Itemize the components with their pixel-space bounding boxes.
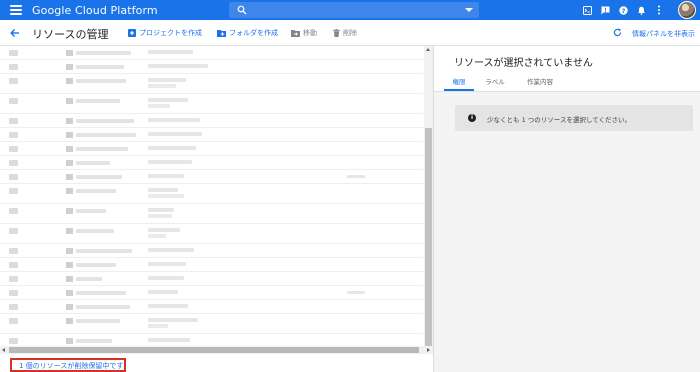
search-input[interactable] [229, 2, 479, 18]
create-folder-label: フォルダを作成 [229, 29, 278, 37]
info-panel-tabs: 権限 ラベル 作業内容 [444, 73, 564, 91]
svg-text:?: ? [621, 6, 625, 14]
pending-deletion-link[interactable]: 1 個のリソースが削除保留中です [10, 358, 126, 372]
create-folder-button[interactable]: フォルダを作成 [217, 28, 278, 38]
page-title: リソースの管理 [32, 28, 109, 41]
scroll-up-icon[interactable] [426, 48, 430, 51]
refresh-icon[interactable] [613, 28, 622, 37]
info-panel-header: リソースが選択されていません 権限 ラベル 作業内容 [434, 46, 700, 92]
delete-label: 削除 [343, 29, 357, 37]
trash-icon [333, 29, 340, 37]
info-panel-title: リソースが選択されていません [454, 58, 593, 69]
info-icon: i [468, 114, 476, 122]
table-row[interactable] [0, 128, 423, 142]
table-row[interactable] [0, 170, 423, 184]
vertical-scroll-thumb[interactable] [425, 128, 432, 346]
horizontal-scroll-thumb[interactable] [9, 347, 419, 353]
table-row[interactable] [0, 114, 423, 128]
table-row[interactable] [0, 258, 423, 272]
create-project-label: プロジェクトを作成 [139, 29, 202, 37]
back-arrow-icon[interactable] [10, 28, 20, 38]
add-folder-icon [217, 30, 226, 37]
tab-permissions[interactable]: 権限 [444, 73, 474, 91]
help-icon[interactable]: ? [618, 5, 628, 15]
table-row[interactable] [0, 272, 423, 286]
info-message-box: i 少なくとも 1 つのリソースを選択してください。 [455, 105, 693, 131]
move-label: 移動 [303, 29, 317, 37]
tab-activity[interactable]: 作業内容 [516, 73, 564, 91]
tabs-underline [434, 91, 700, 92]
table-row[interactable] [0, 60, 423, 74]
table-row[interactable] [0, 286, 423, 300]
resource-list-pane: 1 個のリソースが削除保留中です [0, 46, 433, 372]
move-button[interactable]: 移動 [291, 28, 317, 38]
table-row[interactable] [0, 94, 423, 114]
table-row[interactable] [0, 224, 423, 244]
app-title[interactable]: Google Cloud Platform [32, 4, 158, 17]
info-panel: リソースが選択されていません 権限 ラベル 作業内容 i 少なくとも 1 つのリ… [434, 46, 700, 372]
account-avatar[interactable] [678, 1, 696, 19]
move-folder-icon [291, 30, 300, 37]
horizontal-scrollbar[interactable] [0, 346, 433, 354]
notifications-icon[interactable] [636, 5, 646, 15]
add-project-icon [128, 29, 136, 37]
search-icon [237, 5, 247, 15]
toggle-info-panel-link[interactable]: 情報パネルを非表示 [632, 29, 695, 39]
table-row[interactable] [0, 156, 423, 170]
table-row[interactable] [0, 204, 423, 224]
cloud-shell-icon[interactable] [582, 5, 592, 15]
scroll-right-icon[interactable] [427, 348, 430, 352]
page-header: リソースの管理 プロジェクトを作成 フォルダを作成 移動 削除 情報パネルを非表… [0, 20, 700, 46]
resource-table [0, 46, 423, 348]
table-row[interactable] [0, 74, 423, 94]
table-row[interactable] [0, 46, 423, 60]
table-row[interactable] [0, 244, 423, 258]
delete-button[interactable]: 削除 [333, 28, 357, 38]
table-row[interactable] [0, 142, 423, 156]
table-row[interactable] [0, 314, 423, 334]
tab-labels[interactable]: ラベル [474, 73, 516, 91]
feedback-icon[interactable] [600, 5, 610, 15]
create-project-button[interactable]: プロジェクトを作成 [128, 28, 202, 38]
scroll-left-icon[interactable] [2, 348, 5, 352]
vertical-scrollbar[interactable] [424, 46, 433, 346]
more-icon[interactable] [654, 5, 664, 15]
top-app-bar: Google Cloud Platform ? [0, 0, 700, 20]
table-row[interactable] [0, 184, 423, 204]
info-message: 少なくとも 1 つのリソースを選択してください。 [487, 116, 632, 124]
table-row[interactable] [0, 300, 423, 314]
dropdown-icon[interactable] [465, 8, 473, 12]
menu-icon[interactable] [10, 5, 22, 15]
